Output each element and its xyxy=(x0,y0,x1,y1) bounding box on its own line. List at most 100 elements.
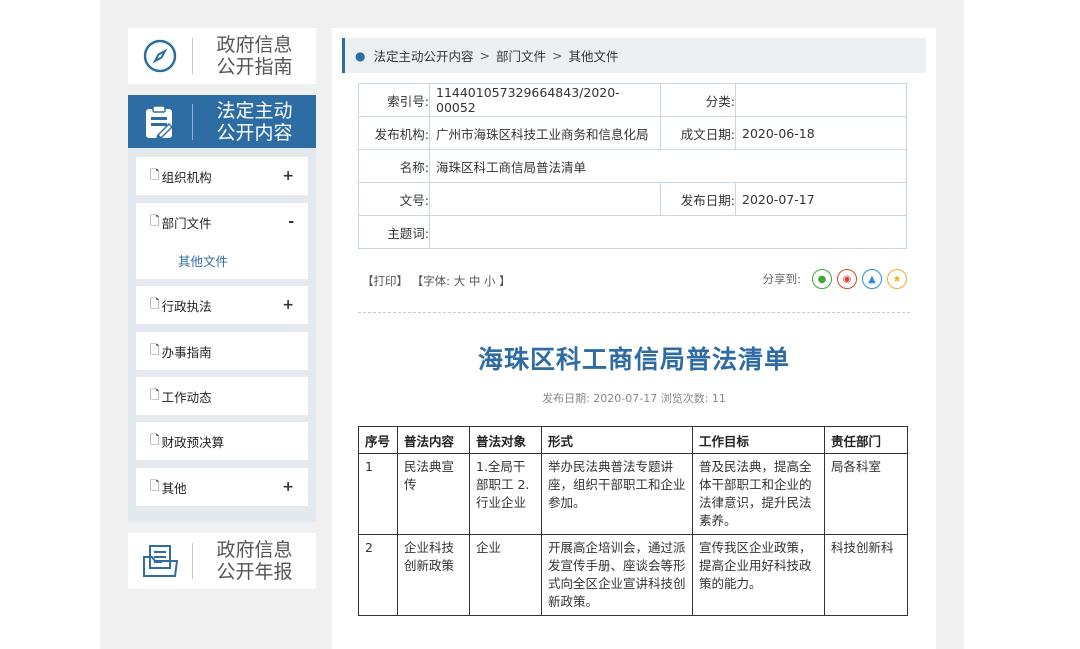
pubdate-value: 2020-07-17 xyxy=(735,182,907,216)
breadcrumb-link-dept-files[interactable]: 部门文件 xyxy=(496,46,546,65)
breadcrumb-separator: > xyxy=(479,48,490,63)
column-header: 工作目标 xyxy=(692,426,825,454)
date-label: 成文日期: xyxy=(660,116,736,150)
document-icon: 🗋 xyxy=(150,213,160,228)
sidebar-item-label: 工作动态 xyxy=(161,389,212,405)
table-cell: 企业 xyxy=(469,534,542,616)
print-link[interactable]: 【打印】 xyxy=(362,274,408,288)
column-header: 序号 xyxy=(358,426,398,454)
docno-label: 文号: xyxy=(358,182,430,216)
date-value: 2020-06-18 xyxy=(735,116,907,150)
menu-header[interactable]: 法定主动 公开内容 xyxy=(128,95,316,148)
document-icon: 🗋 xyxy=(150,167,160,182)
column-header: 普法内容 xyxy=(397,426,470,454)
menu-header-label: 法定主动 公开内容 xyxy=(216,99,293,144)
expand-toggle[interactable]: + xyxy=(282,479,294,495)
wechat-icon[interactable]: ● xyxy=(812,269,832,289)
sidebar-group-dept: 🗋 部门文件 - 其他文件 xyxy=(136,203,308,279)
expand-toggle[interactable]: + xyxy=(282,297,294,313)
org-label: 发布机构: xyxy=(358,116,430,150)
font-label: 【字体: xyxy=(411,274,451,288)
metadata-table: 索引号: 114401057329664843/2020-00052 分类: 发… xyxy=(358,83,907,249)
content-panel: ● 法定主动公开内容 > 部门文件 > 其他文件 索引号: 1144010573… xyxy=(332,28,936,649)
sidebar-subitem-other-files[interactable]: 其他文件 xyxy=(178,251,228,270)
index-label: 索引号: xyxy=(358,83,430,117)
category-label: 分类: xyxy=(660,83,736,117)
breadcrumb: ● 法定主动公开内容 > 部门文件 > 其他文件 xyxy=(342,38,926,73)
article-tools: 【打印】 【字体: 大 中 小 】 xyxy=(362,273,511,289)
folder-document-icon xyxy=(128,533,192,589)
keyword-value xyxy=(429,215,907,249)
table-cell: 1.全局干部职工 2.行业企业 xyxy=(469,453,542,535)
category-value xyxy=(735,83,907,117)
article-pubinfo: 发布日期: 2020-07-17 浏览次数: 11 xyxy=(542,392,726,405)
sidebar-item-law-enforcement[interactable]: 🗋 行政执法 + xyxy=(136,286,308,324)
sidebar-menu: 法定主动 公开内容 🗋 组织机构 + 🗋 部门文件 - 其他文件 🗋 行政执法 + 🗋 办… xyxy=(128,95,316,522)
sidebar-item-news[interactable]: 🗋 工作动态 xyxy=(136,377,308,415)
document-icon: 🗋 xyxy=(150,478,160,493)
article-title: 海珠区科工商信局普法清单 xyxy=(477,345,790,374)
sidebar-item-label: 部门文件 xyxy=(161,215,212,231)
table-cell: 企业科技创新政策 xyxy=(397,534,470,616)
qq-icon[interactable]: ▲ xyxy=(862,269,882,289)
column-header: 责任部门 xyxy=(824,426,908,454)
weibo-icon[interactable]: ◉ xyxy=(837,269,857,289)
annual-report-label: 政府信息 公开年报 xyxy=(216,539,293,583)
keyword-label: 主题词: xyxy=(358,215,430,249)
compass-icon xyxy=(128,28,192,84)
sidebar-item-other[interactable]: 🗋 其他 + xyxy=(136,468,308,506)
sidebar-item-guide[interactable]: 🗋 办事指南 xyxy=(136,332,308,370)
sidebar-item-dept-files[interactable]: 🗋 部门文件 - xyxy=(136,203,308,241)
document-icon: 🗋 xyxy=(150,342,160,357)
column-header: 普法对象 xyxy=(469,426,542,454)
table-cell: 举办民法典普法专题讲座，组织干部职工和企业参加。 xyxy=(541,453,693,535)
dashed-divider xyxy=(358,312,910,313)
pubdate-label: 发布日期: xyxy=(660,182,736,216)
table-cell: 2 xyxy=(358,534,398,616)
sidebar-item-budget[interactable]: 🗋 财政预决算 xyxy=(136,422,308,460)
sidebar-item-label: 办事指南 xyxy=(161,344,212,360)
name-value: 海珠区科工商信局普法清单 xyxy=(429,149,907,183)
expand-toggle[interactable]: + xyxy=(282,168,294,184)
table-cell: 民法典宣传 xyxy=(397,453,470,535)
font-close: 】 xyxy=(499,274,511,288)
docno-value xyxy=(429,182,661,216)
table-row: 1 民法典宣传 1.全局干部职工 2.行业企业 举办民法典普法专题讲座，组织干部… xyxy=(358,453,908,535)
table-cell: 局各科室 xyxy=(824,453,908,535)
table-header-row: 序号 普法内容 普法对象 形式 工作目标 责任部门 xyxy=(358,426,908,454)
table-cell: 普及民法典，提高全体干部职工和企业的法律意识，提升民法素养。 xyxy=(692,453,825,535)
sidebar-item-label: 其他 xyxy=(161,480,187,496)
breadcrumb-link-public-content[interactable]: 法定主动公开内容 xyxy=(373,46,473,65)
font-large-link[interactable]: 大 xyxy=(454,274,466,288)
clipboard-edit-icon xyxy=(128,95,192,148)
collapse-toggle[interactable]: - xyxy=(288,214,294,230)
name-label: 名称: xyxy=(358,149,430,183)
font-medium-link[interactable]: 中 xyxy=(469,274,481,288)
font-small-link[interactable]: 小 xyxy=(484,274,496,288)
table-row: 2 企业科技创新政策 企业 开展高企培训会，通过派发宣传手册、座谈会等形式向全区… xyxy=(358,534,908,616)
sidebar-item-org[interactable]: 🗋 组织机构 + xyxy=(136,157,308,195)
document-icon: 🗋 xyxy=(150,432,160,447)
breadcrumb-separator: > xyxy=(552,48,563,63)
table-cell: 科技创新科 xyxy=(824,534,908,616)
location-pin-icon: ● xyxy=(355,48,366,63)
document-icon: 🗋 xyxy=(150,387,160,402)
table-cell: 开展高企培训会，通过派发宣传手册、座谈会等形式向全区企业宣讲科技创新政策。 xyxy=(541,534,693,616)
sidebar-item-label: 组织机构 xyxy=(161,169,212,185)
table-cell: 1 xyxy=(358,453,398,535)
share-label: 分享到: xyxy=(762,272,801,286)
table-cell: 宣传我区企业政策，提高企业用好科技政策的能力。 xyxy=(692,534,825,616)
org-value: 广州市海珠区科技工业商务和信息化局 xyxy=(429,116,661,150)
document-icon: 🗋 xyxy=(150,296,160,311)
sidebar-item-label: 行政执法 xyxy=(161,298,212,314)
law-list-table: 序号 普法内容 普法对象 形式 工作目标 责任部门 1 民法典宣传 1.全局干部… xyxy=(358,426,908,616)
guide-link[interactable]: 政府信息 公开指南 xyxy=(128,28,316,84)
column-header: 形式 xyxy=(541,426,693,454)
annual-report-link[interactable]: 政府信息 公开年报 xyxy=(128,533,316,589)
index-value: 114401057329664843/2020-00052 xyxy=(429,83,661,117)
share-bar: 分享到: ● ◉ ▲ ★ xyxy=(763,269,907,289)
guide-label: 政府信息 公开指南 xyxy=(216,34,293,78)
qzone-star-icon[interactable]: ★ xyxy=(887,269,907,289)
sidebar-item-label: 财政预决算 xyxy=(161,434,225,450)
breadcrumb-link-other-files[interactable]: 其他文件 xyxy=(568,46,618,65)
